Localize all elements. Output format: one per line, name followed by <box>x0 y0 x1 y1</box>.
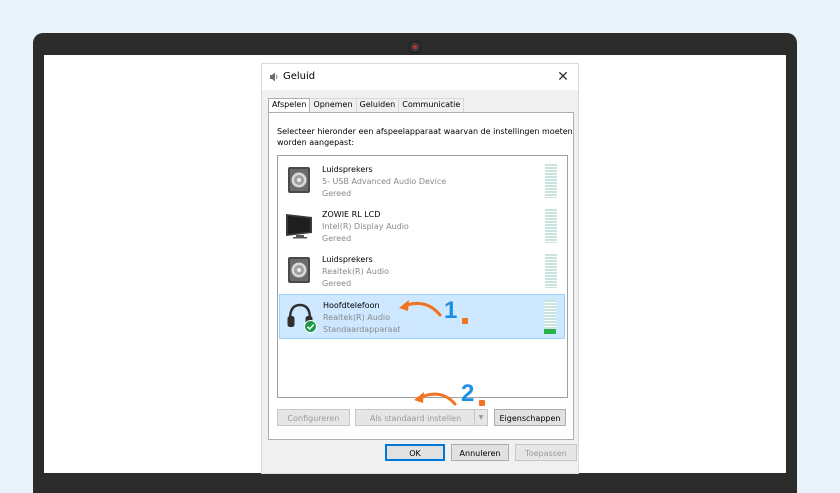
tab-communicatie[interactable]: Communicatie <box>398 98 465 112</box>
volume-level-meter <box>544 300 556 334</box>
device-name: ZOWIE RL LCD <box>322 210 381 219</box>
annotation-arrow-2 <box>414 392 457 406</box>
annotation-number-2: 2 <box>461 380 475 407</box>
close-icon[interactable]: ✕ <box>554 68 572 86</box>
tab-bar: Afspelen Opnemen Geluiden Communicatie <box>268 98 465 113</box>
monitor-icon <box>286 214 312 239</box>
annotation-dot-2 <box>479 400 485 406</box>
device-item[interactable]: ZOWIE RL LCD Intel(R) Display Audio Gere… <box>279 204 565 247</box>
annotation-number-1: 1 <box>444 297 458 324</box>
volume-level-meter <box>545 209 557 243</box>
ok-button[interactable]: OK <box>385 444 445 461</box>
device-status: Standaardapparaat <box>323 325 401 334</box>
device-name: Luidsprekers <box>322 255 373 264</box>
sound-dialog: Geluid ✕ Afspelen Opnemen Geluiden Commu… <box>262 64 578 473</box>
device-name: Luidsprekers <box>322 165 373 174</box>
dialog-title: Geluid <box>283 71 316 82</box>
instruction-text: Selecteer hieronder een afspeelapparaat … <box>277 127 573 147</box>
volume-level-meter <box>545 164 557 198</box>
device-description: Realtek(R) Audio <box>322 267 390 276</box>
speaker-title-icon <box>270 72 278 82</box>
device-list[interactable]: Luidsprekers 5- USB Advanced Audio Devic… <box>277 155 568 398</box>
device-name: Hoofdtelefoon <box>323 301 380 310</box>
device-description: 5- USB Advanced Audio Device <box>322 177 447 186</box>
annotation-arrow-1 <box>399 300 442 317</box>
set-default-label: Als standaard instellen <box>369 414 462 423</box>
device-status: Gereed <box>322 234 352 243</box>
dialog-titlebar: Geluid ✕ <box>262 64 578 90</box>
speaker-icon <box>288 257 310 283</box>
device-description: Realtek(R) Audio <box>323 313 391 322</box>
device-status: Gereed <box>322 279 352 288</box>
device-item[interactable]: Luidsprekers 5- USB Advanced Audio Devic… <box>279 159 565 202</box>
webcam-icon <box>409 41 421 53</box>
default-check-icon <box>304 320 317 333</box>
device-description: Intel(R) Display Audio <box>322 222 409 231</box>
set-default-button[interactable]: Als standaard instellen ▼ <box>355 409 488 426</box>
device-item[interactable]: Luidsprekers Realtek(R) Audio Gereed <box>279 249 565 292</box>
cancel-button[interactable]: Annuleren <box>451 444 509 461</box>
speaker-icon <box>288 167 310 193</box>
properties-button[interactable]: Eigenschappen <box>494 409 566 426</box>
device-status: Gereed <box>322 189 352 198</box>
configure-button[interactable]: Configureren <box>277 409 350 426</box>
volume-level-meter <box>545 254 557 288</box>
tab-afspelen[interactable]: Afspelen <box>268 98 311 113</box>
chevron-down-icon[interactable]: ▼ <box>474 410 487 425</box>
annotation-dot-1 <box>462 318 468 324</box>
tab-geluiden[interactable]: Geluiden <box>355 98 400 112</box>
tab-opnemen[interactable]: Opnemen <box>309 98 357 112</box>
apply-button[interactable]: Toepassen <box>515 444 577 461</box>
